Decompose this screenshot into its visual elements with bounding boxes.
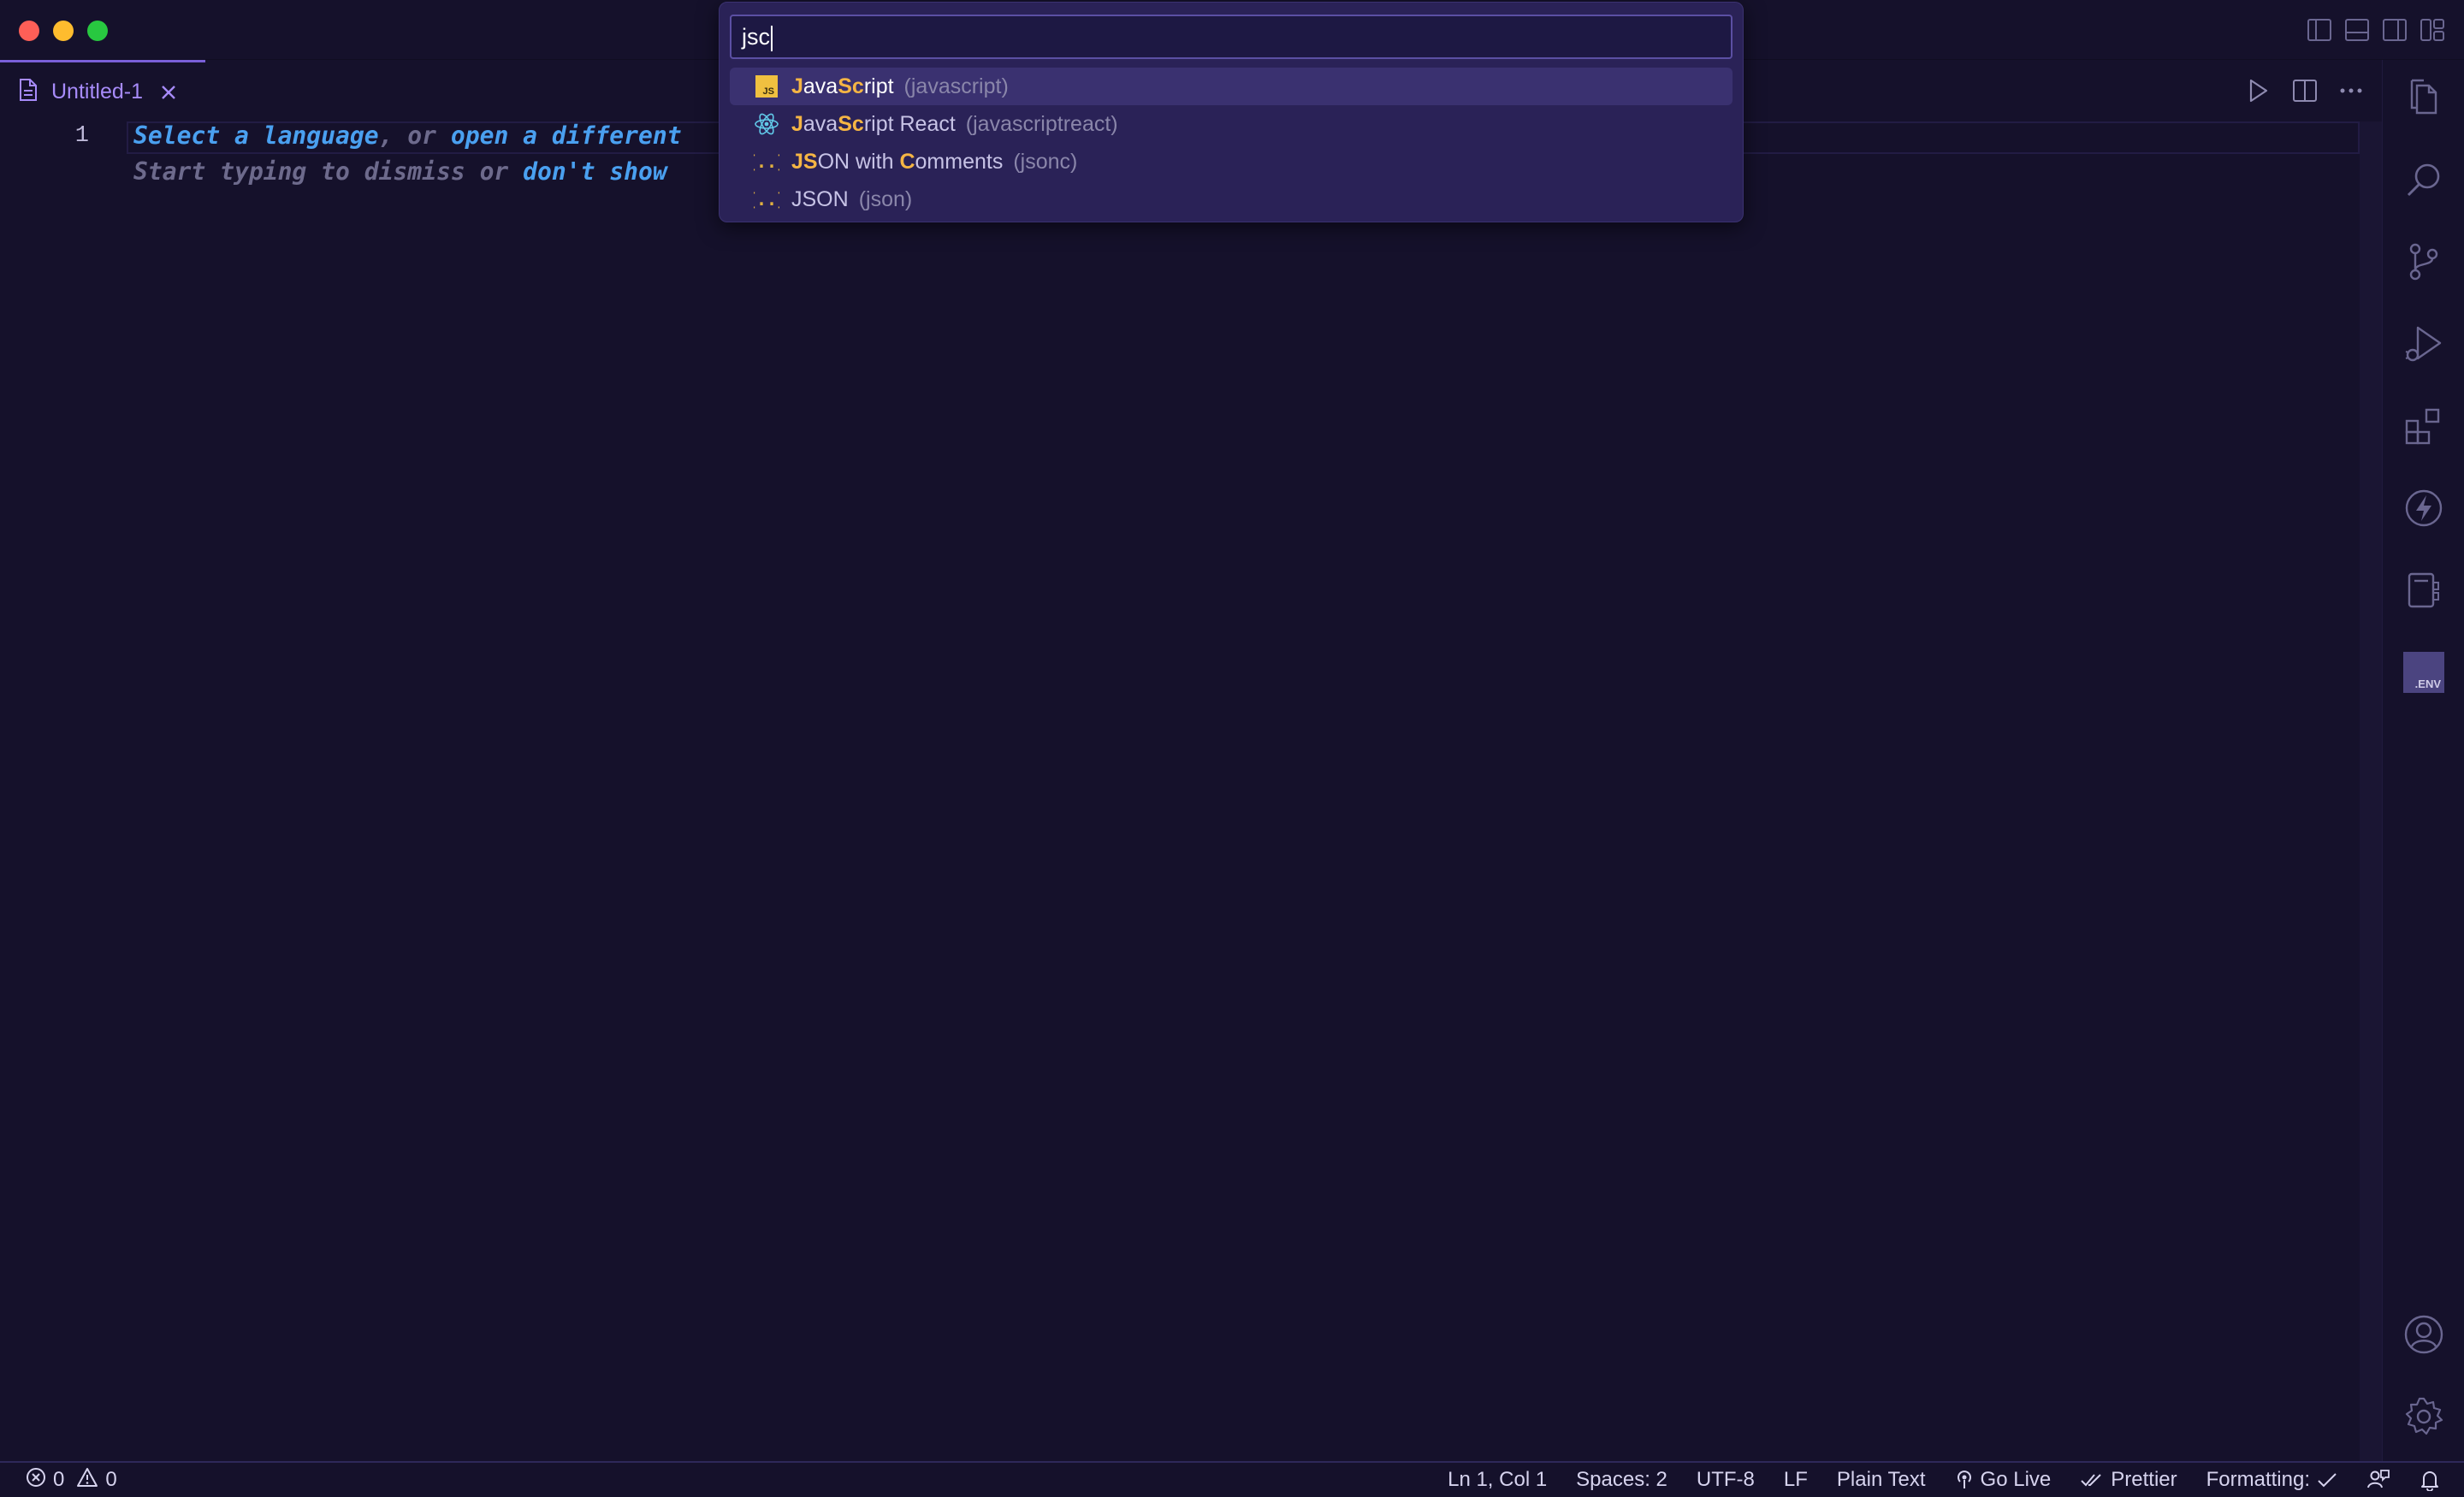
cursor-position[interactable]: Ln 1, Col 1	[1448, 1468, 1547, 1492]
error-count: 0	[53, 1468, 65, 1491]
list-item-json[interactable]: {..} JSON (json)	[730, 180, 1732, 218]
problems-indicator[interactable]: 0 0	[26, 1463, 117, 1497]
hint-line-2: Start typing to dismiss or don't show	[133, 157, 667, 186]
live-share-feedback-icon[interactable]	[2366, 1469, 2390, 1491]
language-mode[interactable]: Plain Text	[1837, 1468, 1926, 1492]
file-icon	[19, 79, 38, 105]
go-live-label: Go Live	[1980, 1468, 2052, 1491]
language-id: (jsonc)	[1013, 149, 1078, 174]
broadcast-icon	[1957, 1470, 1971, 1488]
tab-untitled-1[interactable]: Untitled-1	[0, 60, 205, 121]
formatting-status[interactable]: Formatting:	[2206, 1468, 2337, 1492]
json-braces-icon: {..}	[754, 186, 779, 212]
editor-area[interactable]: 1 Select a language, or open a different…	[0, 121, 2382, 1461]
extensions-icon[interactable]	[2403, 405, 2444, 447]
language-label: JSON with Comments	[791, 149, 1004, 174]
error-icon	[26, 1467, 46, 1494]
warning-icon	[76, 1467, 98, 1494]
hint-separator: , or	[378, 121, 451, 150]
prettier-button[interactable]: Prettier	[2080, 1468, 2177, 1492]
customize-layout-icon[interactable]	[2420, 17, 2445, 43]
maximize-window-button[interactable]	[87, 21, 108, 41]
settings-gear-icon[interactable]	[2403, 1396, 2444, 1437]
vscode-window: Untitled-1 1 Select a language, or open …	[0, 0, 2464, 1497]
notebook-icon[interactable]	[2403, 570, 2444, 611]
toggle-panel-icon[interactable]	[2344, 17, 2370, 43]
svg-text:.ENV: .ENV	[2415, 677, 2442, 690]
language-id: (json)	[858, 186, 913, 211]
list-item-jsonc[interactable]: {..} JSON with Comments (jsonc)	[730, 143, 1732, 180]
formatting-label: Formatting:	[2206, 1468, 2310, 1491]
dont-show-link[interactable]: don't show	[523, 157, 667, 186]
language-results-list: JS JavaScript (javascript) JavaScript Re…	[730, 68, 1732, 218]
language-id: (javascript)	[903, 74, 1009, 98]
toggle-primary-sidebar-icon[interactable]	[2307, 17, 2332, 43]
language-search-input[interactable]: jsc	[730, 15, 1732, 59]
list-item-javascript[interactable]: JS JavaScript (javascript)	[730, 68, 1732, 105]
list-item-javascriptreact[interactable]: JavaScript React (javascriptreact)	[730, 105, 1732, 143]
search-icon[interactable]	[2403, 159, 2444, 200]
language-label: JavaScript React	[791, 111, 956, 136]
open-different-editor-link[interactable]: open a different	[451, 121, 682, 150]
status-bar-right: Ln 1, Col 1 Spaces: 2 UTF-8 LF Plain Tex…	[1448, 1463, 2440, 1497]
more-actions-icon[interactable]	[2337, 77, 2365, 104]
language-id: (javascriptreact)	[965, 111, 1118, 136]
language-picker-palette: jsc JS JavaScript (javascript) JavaScrip…	[719, 2, 1744, 222]
explorer-icon[interactable]	[2403, 77, 2444, 118]
source-control-icon[interactable]	[2403, 241, 2444, 282]
react-icon	[754, 111, 779, 137]
warning-count: 0	[105, 1468, 117, 1491]
editor-actions	[2245, 77, 2382, 104]
line-number: 1	[74, 123, 89, 149]
search-query-text: jsc	[742, 24, 770, 50]
double-check-icon	[2081, 1474, 2101, 1487]
end-of-line[interactable]: LF	[1784, 1468, 1808, 1492]
close-tab-icon[interactable]	[158, 82, 179, 103]
status-bar: 0 0 Ln 1, Col 1 Spaces: 2 UTF-8 LF Plain…	[0, 1461, 2464, 1497]
encoding[interactable]: UTF-8	[1697, 1468, 1755, 1492]
env-icon[interactable]: .ENV	[2403, 652, 2444, 693]
go-live-button[interactable]: Go Live	[1955, 1468, 2052, 1492]
vertical-scrollbar[interactable]	[2360, 121, 2382, 1461]
minimize-window-button[interactable]	[53, 21, 74, 41]
language-label: JSON	[791, 186, 849, 211]
indentation[interactable]: Spaces: 2	[1576, 1468, 1667, 1492]
notifications-bell-icon[interactable]	[2420, 1469, 2440, 1491]
split-editor-icon[interactable]	[2291, 77, 2319, 104]
svg-text:{..}: {..}	[754, 151, 779, 172]
hint-line-1: Select a language, or open a different	[133, 121, 682, 150]
tab-label: Untitled-1	[51, 80, 143, 104]
activity-bar: .ENV	[2382, 60, 2464, 1461]
json-braces-icon: {..}	[754, 149, 779, 175]
prettier-label: Prettier	[2111, 1468, 2177, 1491]
select-language-link[interactable]: Select a language	[133, 121, 379, 150]
language-label: JavaScript	[791, 74, 894, 98]
account-icon[interactable]	[2403, 1314, 2444, 1355]
toggle-secondary-sidebar-icon[interactable]	[2382, 17, 2408, 43]
thunder-client-icon[interactable]	[2403, 488, 2444, 529]
layout-controls	[2307, 17, 2445, 43]
close-window-button[interactable]	[19, 21, 39, 41]
text-caret	[771, 25, 773, 51]
svg-text:{..}: {..}	[754, 189, 779, 210]
run-debug-icon[interactable]	[2403, 323, 2444, 364]
run-icon[interactable]	[2245, 77, 2272, 104]
check-icon	[2318, 1473, 2337, 1488]
svg-text:JS: JS	[763, 86, 774, 97]
javascript-file-icon: JS	[754, 74, 779, 99]
dismiss-hint-text: Start typing to dismiss or	[133, 157, 524, 186]
